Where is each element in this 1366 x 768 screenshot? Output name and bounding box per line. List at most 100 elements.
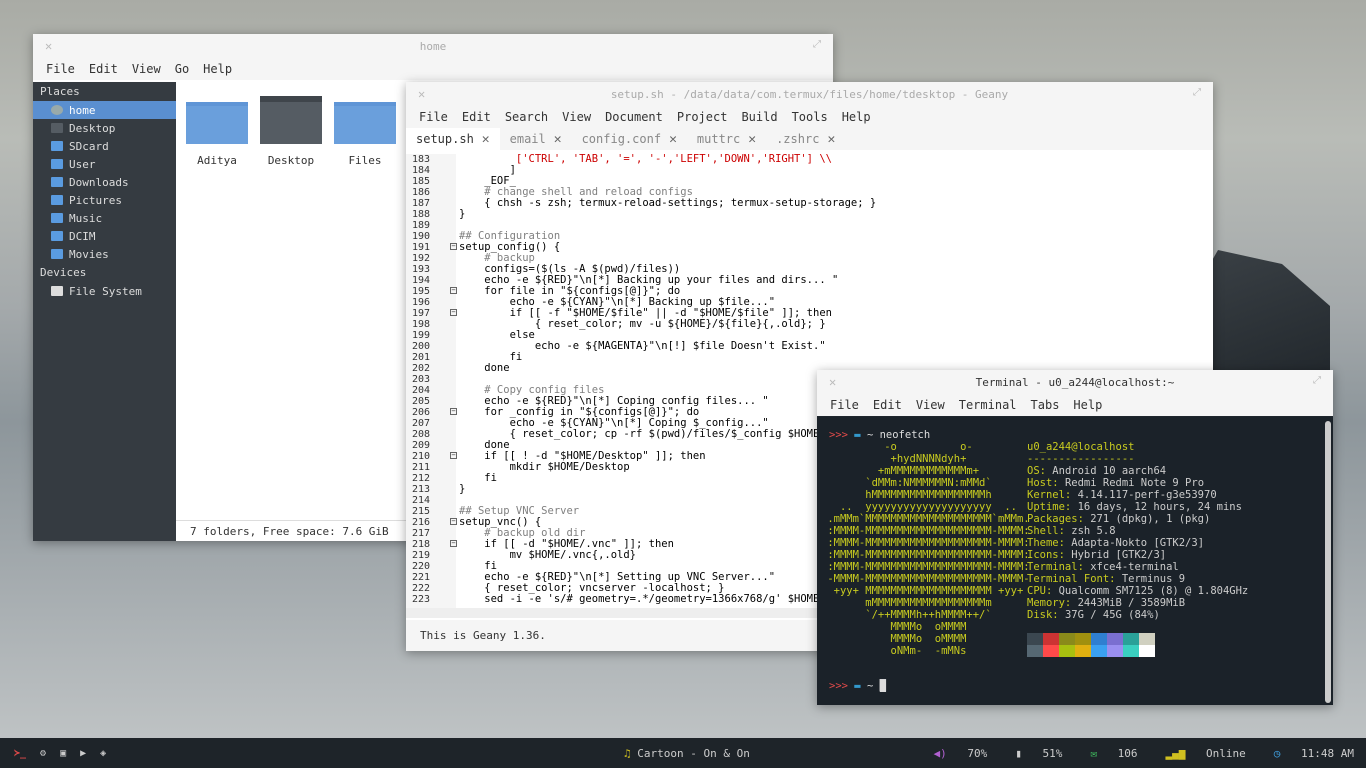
sidebar-item-label: Movies	[69, 247, 109, 261]
menu-tabs[interactable]: Tabs	[1024, 394, 1067, 416]
tab-config-conf[interactable]: config.conf ✕	[572, 128, 687, 150]
folder-icon	[51, 213, 63, 223]
file-manager-titlebar[interactable]: ✕ home ⤢	[33, 34, 833, 58]
signal-icon: ▂▄▆	[1165, 746, 1193, 760]
menu-help[interactable]: Help	[196, 58, 239, 80]
menu-edit[interactable]: Edit	[866, 394, 909, 416]
info-line: Shell: zsh 5.8	[1027, 525, 1116, 537]
fold-toggle-icon[interactable]: −	[450, 309, 457, 316]
code-text: }	[459, 483, 466, 495]
menu-view[interactable]: View	[555, 106, 598, 128]
files-launcher-icon[interactable]: ▣	[60, 748, 66, 759]
menu-search[interactable]: Search	[498, 106, 555, 128]
menu-edit[interactable]: Edit	[82, 58, 125, 80]
menu-document[interactable]: Document	[598, 106, 670, 128]
sidebar-item-desktop[interactable]: Desktop	[33, 119, 176, 137]
menu-edit[interactable]: Edit	[455, 106, 498, 128]
terminal-output[interactable]: >>> ▬ ~ neofetch u0_a244@localhost -----…	[817, 417, 1333, 705]
line-number: 190	[412, 231, 431, 242]
sidebar-item-movies[interactable]: Movies	[33, 245, 176, 263]
menu-file[interactable]: File	[823, 394, 866, 416]
close-tab-icon[interactable]: ✕	[827, 132, 835, 147]
terminal-scrollbar[interactable]	[1325, 421, 1331, 703]
info-value: Adapta-Nokto [GTK2/3]	[1071, 537, 1205, 549]
tab-label: .zshrc	[776, 132, 820, 146]
sidebar-item-music[interactable]: Music	[33, 209, 176, 227]
menu-tools[interactable]: Tools	[785, 106, 835, 128]
info-key: Terminal Font:	[1027, 573, 1122, 585]
network-indicator[interactable]: ▂▄▆ Online	[1152, 747, 1246, 760]
menu-help[interactable]: Help	[835, 106, 878, 128]
tab-setup-sh[interactable]: setup.sh ✕	[406, 128, 500, 150]
sidebar-item-downloads[interactable]: Downloads	[33, 173, 176, 191]
line-number: 209	[412, 440, 431, 451]
sidebar-item-pictures[interactable]: Pictures	[33, 191, 176, 209]
folder-label: Aditya	[197, 154, 237, 167]
close-icon[interactable]: ✕	[45, 39, 52, 53]
menu-go[interactable]: Go	[168, 58, 196, 80]
volume-indicator[interactable]: ◀) 70%	[920, 747, 988, 760]
close-icon[interactable]: ✕	[829, 375, 836, 389]
sidebar-item-user[interactable]: User	[33, 155, 176, 173]
line-number: 215	[412, 506, 431, 517]
battery-indicator[interactable]: ▮ 51%	[1001, 747, 1062, 760]
geany-titlebar[interactable]: ✕ setup.sh - /data/data/com.termux/files…	[406, 82, 1213, 106]
settings-launcher-icon[interactable]: ⚙	[40, 748, 46, 759]
maximize-icon[interactable]: ⤢	[1193, 87, 1201, 98]
clock[interactable]: ◷ 11:48 AM	[1260, 747, 1354, 760]
menu-file[interactable]: File	[39, 58, 82, 80]
info-line: Disk: 37G / 45G (84%)	[1027, 609, 1160, 621]
line-number: 194	[412, 275, 431, 286]
close-tab-icon[interactable]: ✕	[482, 132, 490, 147]
fold-toggle-icon[interactable]: −	[450, 287, 457, 294]
line-number: 193	[412, 264, 431, 275]
line-number: 214	[412, 495, 431, 506]
terminal-launcher-icon[interactable]: ≻_	[14, 748, 26, 759]
folder-files[interactable]: Files	[332, 96, 398, 167]
logo-line: `/++MMMMh++hMMMM++/`	[821, 609, 992, 621]
sidebar-item-filesystem[interactable]: File System	[33, 282, 176, 300]
fold-toggle-icon[interactable]: −	[450, 408, 457, 415]
places-header: Places	[40, 85, 80, 98]
menu-build[interactable]: Build	[734, 106, 784, 128]
sidebar-item-dcim[interactable]: DCIM	[33, 227, 176, 245]
folder-aditya[interactable]: Aditya	[184, 96, 250, 167]
now-playing[interactable]: ♫ Cartoon - On & On	[624, 747, 750, 760]
color-swatch	[1043, 645, 1059, 657]
line-number: 197	[412, 308, 431, 319]
app-launcher-icon[interactable]: ◈	[100, 748, 106, 759]
terminal-titlebar[interactable]: ✕ Terminal - u0_a244@localhost:~ ⤢	[817, 370, 1333, 394]
mail-indicator[interactable]: ✉ 106	[1076, 747, 1137, 760]
menu-terminal[interactable]: Terminal	[952, 394, 1024, 416]
close-tab-icon[interactable]: ✕	[669, 132, 677, 147]
maximize-icon[interactable]: ⤢	[813, 39, 821, 50]
sidebar-item-home[interactable]: home	[33, 101, 176, 119]
folder-desktop[interactable]: Desktop	[258, 96, 324, 167]
fold-toggle-icon[interactable]: −	[450, 518, 457, 525]
color-swatch	[1091, 633, 1107, 645]
fold-toggle-icon[interactable]: −	[450, 243, 457, 250]
info-value: 37G / 45G (84%)	[1064, 609, 1160, 621]
menu-view[interactable]: View	[125, 58, 168, 80]
close-icon[interactable]: ✕	[418, 87, 425, 101]
sidebar-item-sdcard[interactable]: SDcard	[33, 137, 176, 155]
fold-toggle-icon[interactable]: −	[450, 540, 457, 547]
tab-muttrc[interactable]: muttrc ✕	[687, 128, 766, 150]
line-number: 218	[412, 539, 431, 550]
tab-email[interactable]: email ✕	[500, 128, 572, 150]
menu-project[interactable]: Project	[670, 106, 735, 128]
line-number: 210	[412, 451, 431, 462]
close-tab-icon[interactable]: ✕	[554, 132, 562, 147]
color-swatch	[1123, 645, 1139, 657]
logo-line: oNMm- -mMNs	[821, 645, 967, 657]
tab-zshrc[interactable]: .zshrc ✕	[766, 128, 845, 150]
home-icon	[51, 105, 63, 115]
devices-header: Devices	[40, 266, 87, 279]
media-launcher-icon[interactable]: ▶	[80, 748, 86, 759]
menu-help[interactable]: Help	[1066, 394, 1109, 416]
maximize-icon[interactable]: ⤢	[1313, 375, 1321, 386]
close-tab-icon[interactable]: ✕	[748, 132, 756, 147]
fold-toggle-icon[interactable]: −	[450, 452, 457, 459]
menu-file[interactable]: File	[412, 106, 455, 128]
menu-view[interactable]: View	[909, 394, 952, 416]
